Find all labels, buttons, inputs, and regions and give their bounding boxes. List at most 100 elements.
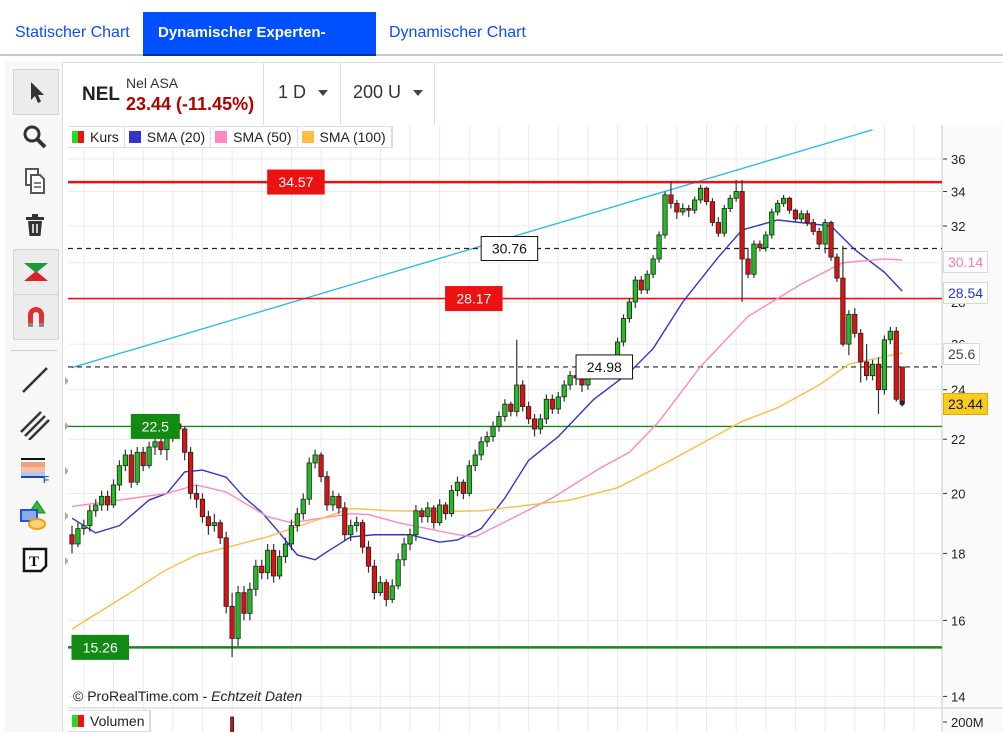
chevron-down-icon: [318, 90, 329, 97]
shapes-icon: [20, 500, 46, 530]
legend-label: Volumen: [90, 713, 145, 729]
candle-body: [484, 436, 490, 443]
auto-trend-icon: [24, 263, 48, 281]
candle-body: [188, 451, 194, 494]
pointer-tool-button[interactable]: [13, 69, 59, 115]
legend-item-kurs[interactable]: Kurs: [68, 127, 125, 147]
auto-trend-tool-button[interactable]: [13, 249, 59, 295]
sma50-swatch: [215, 131, 228, 143]
candle-body: [632, 279, 638, 303]
candle: [899, 366, 905, 407]
parallel-lines-tool-button[interactable]: [13, 403, 69, 447]
magnet-tool-button[interactable]: [13, 294, 59, 340]
candle-body: [567, 375, 573, 386]
candle-body: [490, 426, 496, 438]
candle-body: [389, 585, 395, 600]
legend-label: SMA (20): [146, 129, 206, 145]
legend-item-sma20[interactable]: SMA (20): [125, 127, 212, 147]
candle-body: [745, 258, 751, 275]
candle-body: [775, 202, 781, 213]
candle-body: [899, 366, 905, 404]
delete-tool-button[interactable]: [13, 203, 57, 247]
candle-body: [514, 384, 520, 412]
level-label: 22.5: [142, 418, 169, 434]
candle-body: [122, 454, 128, 467]
candle-body: [205, 516, 211, 527]
candle-body: [312, 454, 318, 464]
candle-body: [294, 513, 300, 527]
y-tick-label: 16: [951, 613, 965, 628]
candle-body: [781, 197, 787, 204]
candle-body: [869, 363, 876, 377]
candle-body: [810, 222, 816, 232]
drawing-toolbar: F T: [5, 62, 69, 732]
candle-body: [692, 199, 698, 211]
legend-item-sma100[interactable]: SMA (100): [298, 127, 392, 147]
legend-item-volume[interactable]: Volumen: [68, 711, 151, 731]
price-chart[interactable]: 141618202224262830323436200M34.5730.7628…: [68, 125, 1003, 732]
y-tick-label: 14: [951, 689, 965, 704]
candle-body: [840, 277, 846, 345]
candle-body: [448, 490, 455, 515]
level-label: 30.76: [492, 241, 527, 257]
interval-dropdown[interactable]: 1 D: [278, 82, 329, 103]
candle-body: [134, 451, 140, 483]
candle-body: [508, 403, 514, 412]
candle-body: [348, 525, 354, 536]
candle-body: [99, 495, 105, 506]
line-tool-button[interactable]: [13, 358, 69, 402]
units-value: 200 U: [353, 82, 402, 102]
candle-body: [253, 565, 259, 590]
text-tool-button[interactable]: T: [13, 538, 69, 582]
candle-body: [241, 592, 247, 614]
candle: [656, 231, 662, 263]
legend-item-sma50[interactable]: SMA (50): [211, 127, 298, 147]
credit-realtime: Echtzeit Daten: [211, 688, 303, 704]
y-tick-label: 20: [951, 486, 965, 501]
zoom-tool-button[interactable]: [13, 115, 57, 159]
candle-body: [140, 451, 146, 467]
candle-body: [318, 454, 324, 478]
level-label: 24.98: [587, 359, 622, 375]
candle-body: [276, 556, 283, 577]
candle-body: [674, 202, 680, 213]
shapes-tool-button[interactable]: [13, 493, 69, 537]
candle-body: [413, 510, 419, 536]
candle-body: [110, 484, 117, 506]
last-price-tag: 23.44: [943, 393, 989, 415]
tab-dynamic-chart[interactable]: Dynamischer Chart: [374, 12, 541, 54]
candle-body: [425, 507, 431, 518]
y-tick-label: 34: [951, 185, 965, 200]
fibonacci-tool-button[interactable]: F: [13, 448, 69, 492]
candle-body: [265, 549, 271, 574]
candle-body: [686, 208, 692, 211]
candle-body: [377, 582, 383, 594]
instrument-header: NEL Nel ASA 23.44 (-11.45%) 1 D 200 U: [68, 62, 1003, 126]
tab-static-chart[interactable]: Statischer Chart: [0, 12, 145, 54]
candle-body: [223, 537, 229, 607]
candle-body: [555, 396, 561, 410]
candle: [188, 447, 194, 500]
tab-expert-chart[interactable]: Dynamischer Experten-Chart: [143, 12, 376, 83]
candle-body: [864, 361, 870, 377]
legend-label: Kurs: [90, 129, 119, 145]
copy-tool-button[interactable]: [13, 159, 57, 203]
candle: [134, 447, 140, 485]
candle-body: [81, 525, 87, 530]
candle-body: [359, 522, 366, 548]
candle: [881, 335, 888, 395]
candle-body: [300, 498, 306, 515]
candle-body: [199, 498, 206, 518]
candle-body: [371, 565, 378, 594]
candle-body: [697, 187, 704, 201]
magnet-icon: [28, 307, 44, 327]
candle: [324, 471, 330, 511]
copy-icon: [25, 168, 45, 194]
candle-body: [662, 194, 668, 236]
candle-body: [887, 330, 893, 341]
candle-body: [460, 481, 466, 494]
candle-body: [104, 495, 111, 506]
candle-body: [561, 384, 567, 398]
candle-body: [739, 191, 745, 260]
units-dropdown[interactable]: 200 U: [353, 82, 424, 103]
